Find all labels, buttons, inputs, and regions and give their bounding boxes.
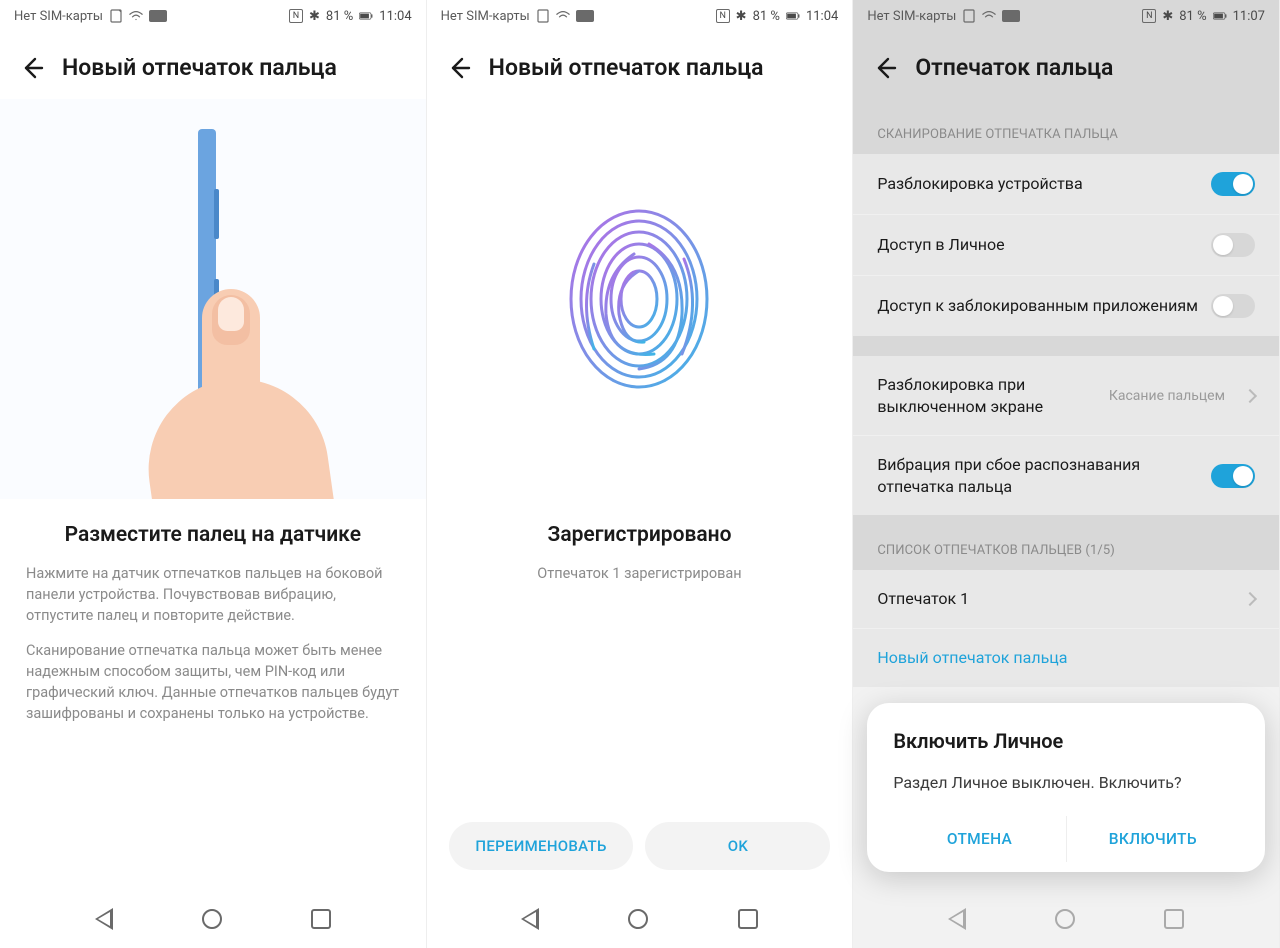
sim-icon [536, 9, 550, 23]
row-label: Разблокировка при выключенном экране [877, 374, 1097, 417]
rename-button[interactable]: ПЕРЕИМЕНОВАТЬ [449, 822, 634, 870]
clock: 11:07 [1233, 9, 1265, 24]
nfc-icon: N [1142, 9, 1156, 23]
screen-enroll-step: Нет SIM-карты N ✱ 81 % 11:04 Новый отпеч… [0, 0, 427, 948]
toggle-private-access[interactable] [1211, 233, 1255, 257]
status-bar: Нет SIM-карты N ✱ 81 % 11:04 [427, 0, 853, 32]
settings-list: СКАНИРОВАНИЕ ОТПЕЧАТКА ПАЛЬЦА Разблокиро… [853, 99, 1279, 687]
nav-home-button[interactable] [1055, 909, 1075, 929]
battery-pct: 81 % [326, 9, 353, 24]
sim-icon [109, 9, 123, 23]
content-area: Зарегистрировано Отпечаток 1 зарегистрир… [427, 499, 853, 822]
row-label: Разблокировка устройства [877, 173, 1199, 195]
vowifi-icon [149, 10, 167, 22]
row-value: Касание пальцем [1109, 387, 1225, 405]
chevron-right-icon [1243, 389, 1257, 403]
toggle-unlock-device[interactable] [1211, 172, 1255, 196]
enroll-illustration [0, 99, 426, 499]
wifi-icon [556, 9, 570, 23]
row-offscreen-unlock[interactable]: Разблокировка при выключенном экране Кас… [853, 356, 1279, 435]
row-label: Доступ в Личное [877, 234, 1199, 256]
toggle-applock-access[interactable] [1211, 294, 1255, 318]
row-fingerprint-1[interactable]: Отпечаток 1 [853, 570, 1279, 628]
section-header-scan: СКАНИРОВАНИЕ ОТПЕЧАТКА ПАЛЬЦА [853, 99, 1279, 154]
nav-bar [427, 890, 853, 948]
chevron-right-icon [1243, 592, 1257, 606]
sim-status: Нет SIM-карты [441, 9, 530, 24]
battery-icon [359, 9, 373, 23]
nav-recent-button[interactable] [738, 909, 758, 929]
dialog-title: Включить Личное [893, 729, 1239, 753]
back-button[interactable] [18, 55, 44, 81]
nav-back-button[interactable] [521, 908, 539, 930]
vowifi-icon [576, 10, 594, 22]
page-title: Новый отпечаток пальца [62, 54, 337, 81]
dialog-cancel-button[interactable]: ОТМЕНА [893, 816, 1065, 862]
row-label: Доступ к заблокированным приложениям [877, 295, 1199, 317]
content-area: Разместите палец на датчике Нажмите на д… [0, 499, 426, 890]
row-label: Вибрация при сбое распознавания отпечатк… [877, 454, 1199, 497]
row-vibrate-fail[interactable]: Вибрация при сбое распознавания отпечатк… [853, 435, 1279, 515]
fingerprint-illustration [427, 99, 853, 499]
sim-status: Нет SIM-карты [14, 9, 103, 24]
battery-pct: 81 % [753, 9, 780, 24]
nav-bar [0, 890, 426, 948]
back-button[interactable] [445, 55, 471, 81]
nav-back-button[interactable] [95, 908, 113, 930]
nav-recent-button[interactable] [1164, 909, 1184, 929]
screen-fingerprint-settings: Нет SIM-карты N ✱ 81 % 11:07 Отпечаток п… [853, 0, 1280, 948]
wifi-icon [982, 9, 996, 23]
nav-home-button[interactable] [202, 909, 222, 929]
instruction-p2: Сканирование отпечатка пальца может быть… [26, 640, 400, 724]
row-new-fingerprint[interactable]: Новый отпечаток пальца [853, 628, 1279, 687]
status-bar: Нет SIM-карты N ✱ 81 % 11:04 [0, 0, 426, 32]
ok-button[interactable]: OK [645, 822, 830, 870]
fingerprint-icon [564, 204, 714, 394]
page-title: Отпечаток пальца [915, 54, 1113, 81]
nav-recent-button[interactable] [311, 909, 331, 929]
dialog-enable-private: Включить Личное Раздел Личное выключен. … [867, 703, 1265, 872]
header: Новый отпечаток пальца [427, 32, 853, 99]
clock: 11:04 [806, 9, 838, 24]
status-bar: Нет SIM-карты N ✱ 81 % 11:07 [853, 0, 1279, 32]
header: Новый отпечаток пальца [0, 32, 426, 99]
bluetooth-icon: ✱ [309, 9, 320, 24]
nav-bar [853, 890, 1279, 948]
nfc-icon: N [289, 9, 303, 23]
sim-status: Нет SIM-карты [867, 9, 956, 24]
nfc-icon: N [716, 9, 730, 23]
section-header-list: СПИСОК ОТПЕЧАТКОВ ПАЛЬЦЕВ (1/5) [853, 515, 1279, 570]
done-heading: Зарегистрировано [453, 523, 827, 547]
header: Отпечаток пальца [853, 32, 1279, 99]
screen-enroll-done: Нет SIM-карты N ✱ 81 % 11:04 Новый отпеч… [427, 0, 854, 948]
bluetooth-icon: ✱ [736, 9, 747, 24]
bluetooth-icon: ✱ [1162, 9, 1173, 24]
battery-pct: 81 % [1179, 9, 1206, 24]
clock: 11:04 [379, 9, 411, 24]
instruction-heading: Разместите палец на датчике [26, 523, 400, 547]
page-title: Новый отпечаток пальца [489, 54, 764, 81]
done-subtext: Отпечаток 1 зарегистрирован [453, 563, 827, 584]
row-applock-access[interactable]: Доступ к заблокированным приложениям [853, 275, 1279, 336]
row-label: Отпечаток 1 [877, 588, 1225, 610]
dialog-actions: ОТМЕНА ВКЛЮЧИТЬ [893, 816, 1239, 862]
dialog-body: Раздел Личное выключен. Включить? [893, 771, 1239, 794]
battery-icon [1213, 9, 1227, 23]
toggle-vibrate-fail[interactable] [1211, 464, 1255, 488]
instruction-p1: Нажмите на датчик отпечатков пальцев на … [26, 563, 400, 626]
battery-icon [786, 9, 800, 23]
vowifi-icon [1002, 10, 1020, 22]
row-unlock-device[interactable]: Разблокировка устройства [853, 154, 1279, 214]
dialog-enable-button[interactable]: ВКЛЮЧИТЬ [1066, 816, 1239, 862]
sim-icon [962, 9, 976, 23]
back-button[interactable] [871, 55, 897, 81]
row-private-access[interactable]: Доступ в Личное [853, 214, 1279, 275]
wifi-icon [129, 9, 143, 23]
nav-home-button[interactable] [628, 909, 648, 929]
row-label: Новый отпечаток пальца [877, 647, 1255, 669]
button-row: ПЕРЕИМЕНОВАТЬ OK [427, 822, 853, 890]
nav-back-button[interactable] [948, 908, 966, 930]
